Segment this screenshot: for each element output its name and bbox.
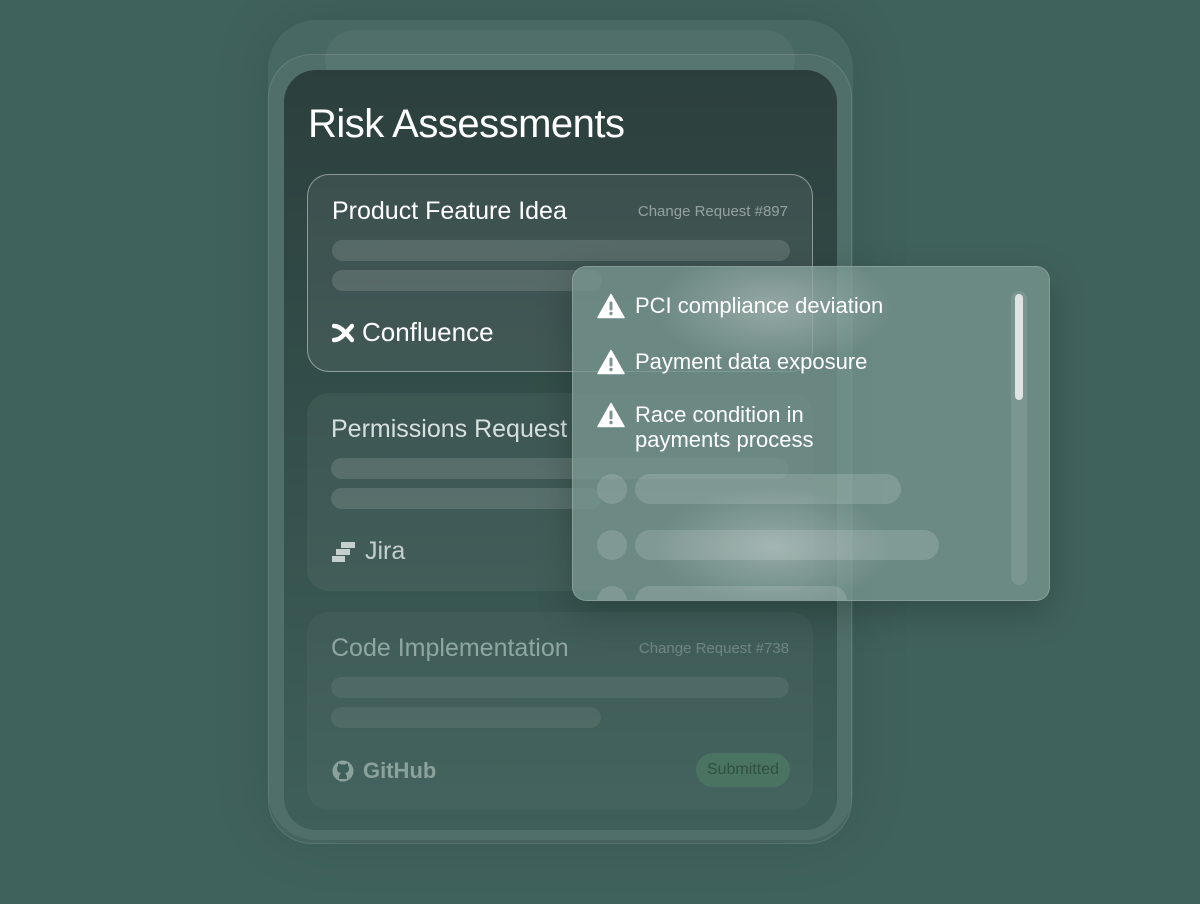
github-icon bbox=[332, 760, 354, 782]
source-github: GitHub bbox=[331, 758, 436, 784]
risk-label: Payment data exposure bbox=[635, 349, 868, 374]
page-title: Risk Assessments bbox=[308, 102, 625, 146]
card-title: Product Feature Idea bbox=[332, 197, 567, 225]
risk-item[interactable]: Race condition in payments process bbox=[597, 402, 855, 452]
risk-label: PCI compliance deviation bbox=[635, 293, 884, 318]
source-confluence: Confluence bbox=[332, 317, 494, 348]
source-label: Jira bbox=[365, 537, 406, 565]
status-badge: Submitted bbox=[695, 753, 790, 787]
jira-icon bbox=[332, 541, 355, 562]
warning-icon bbox=[597, 402, 625, 428]
placeholder-dot bbox=[597, 586, 627, 600]
card-code-implementation[interactable]: Code Implementation Change Request #738 … bbox=[307, 612, 813, 810]
source-label: Confluence bbox=[362, 317, 494, 347]
risk-item[interactable]: Payment data exposure bbox=[597, 349, 935, 375]
scrollbar[interactable] bbox=[1011, 291, 1027, 585]
confluence-icon bbox=[332, 323, 354, 342]
risk-list-popup: PCI compliance deviation Payment data ex… bbox=[572, 266, 1050, 601]
placeholder-line bbox=[635, 474, 901, 504]
placeholder-dot bbox=[597, 474, 627, 504]
placeholder-line bbox=[331, 707, 601, 728]
scrollbar-thumb[interactable] bbox=[1015, 294, 1023, 400]
placeholder-line bbox=[635, 530, 939, 560]
placeholder-line bbox=[332, 270, 602, 291]
card-title: Code Implementation bbox=[331, 634, 569, 662]
placeholder-dot bbox=[597, 530, 627, 560]
warning-icon bbox=[597, 293, 625, 319]
placeholder-line bbox=[331, 488, 601, 509]
placeholder-line bbox=[331, 677, 789, 698]
risk-item[interactable]: PCI compliance deviation bbox=[597, 293, 935, 319]
placeholder-line bbox=[635, 586, 847, 600]
change-request-number: Change Request #738 bbox=[638, 640, 789, 657]
placeholder-line bbox=[332, 240, 790, 261]
source-label: GitHub bbox=[363, 758, 437, 783]
risk-label: Race condition in payments process bbox=[635, 402, 814, 452]
change-request-number: Change Request #897 bbox=[637, 203, 788, 220]
card-title: Permissions Request bbox=[331, 415, 568, 443]
warning-icon bbox=[597, 349, 625, 375]
source-jira: Jira bbox=[331, 537, 405, 566]
